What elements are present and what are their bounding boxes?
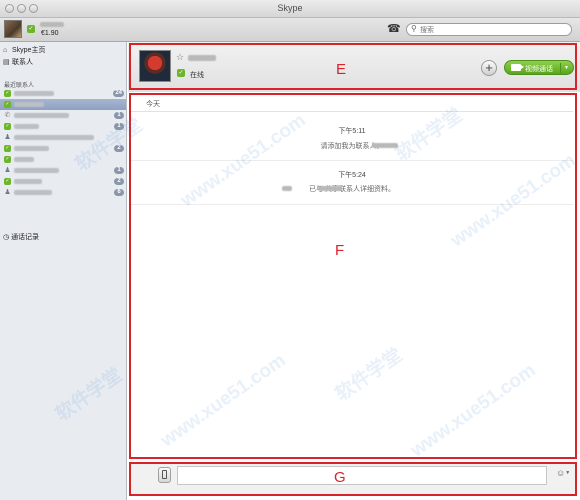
unread-count-badge: 6 (114, 189, 124, 196)
contact-list-item[interactable]: ♟ 6 (0, 187, 126, 198)
sidebar-item-contacts[interactable]: ▤ 联系人 (3, 58, 33, 68)
address-book-icon: ▤ (3, 59, 10, 66)
contact-name-redacted (14, 91, 54, 96)
annotation-label-f: F (335, 242, 345, 259)
contact-name-redacted (14, 190, 52, 195)
online-status-icon: ✓ (4, 101, 11, 108)
online-status-icon: ✓ (4, 123, 11, 130)
unread-count-badge: 24 (113, 90, 124, 97)
group-chat-icon: ♟ (4, 134, 11, 141)
skype-credit: €1.90 (41, 30, 59, 37)
group-chat-icon: ♟ (4, 189, 11, 196)
online-status-icon: ✓ (4, 145, 11, 152)
sidebar-item-label: 联系人 (12, 59, 33, 66)
sidebar-item-call-history[interactable]: ◷ 通话记录 (3, 232, 39, 242)
online-status-icon: ✓ (4, 156, 11, 163)
search-input[interactable] (420, 25, 568, 35)
contact-name-redacted (14, 179, 42, 184)
home-icon: ⌂ (3, 47, 8, 54)
annotation-box-e (129, 43, 577, 90)
my-avatar[interactable] (4, 20, 22, 38)
unread-count-badge: 1 (114, 167, 124, 174)
annotation-box-g (129, 462, 577, 496)
contact-name-redacted (14, 124, 39, 129)
telephone-icon[interactable]: ☎ (387, 23, 401, 35)
online-status-icon: ✓ (4, 178, 11, 185)
search-icon: ⚲ (411, 24, 417, 33)
my-username-redacted (40, 22, 64, 27)
window-title: Skype (277, 3, 303, 13)
unread-count-badge: 2 (114, 178, 124, 185)
contact-name-redacted (14, 135, 94, 140)
contact-name-redacted (14, 113, 69, 118)
sidebar-item-label: Skype主页 (12, 47, 46, 54)
contact-name-redacted (14, 146, 49, 151)
sidebar-item-label: 通话记录 (11, 234, 40, 241)
my-status-online-icon[interactable]: ✓ (27, 25, 35, 33)
contact-list-item[interactable]: ♟ 1 (0, 165, 126, 176)
contact-name-redacted (14, 102, 44, 107)
annotation-box-f (129, 93, 577, 459)
contact-name-redacted (14, 168, 59, 173)
group-chat-icon: ♟ (4, 167, 11, 174)
skype-contact-icon: ✆ (4, 112, 11, 119)
contact-list-item[interactable]: ✓ 24 (0, 88, 126, 99)
sidebar-item-skype-home[interactable]: ⌂ Skype主页 (3, 46, 45, 56)
contact-list-item[interactable]: ✓ (0, 99, 126, 110)
search-box[interactable]: ⚲ (406, 23, 572, 36)
annotation-label-g: G (334, 469, 346, 486)
contact-list-item[interactable]: ✆ 1 (0, 110, 126, 121)
contact-name-redacted (14, 157, 34, 162)
online-status-icon: ✓ (4, 90, 11, 97)
contact-list-item[interactable]: ✓ 2 (0, 176, 126, 187)
annotation-label-e: E (336, 61, 347, 78)
clock-icon: ◷ (3, 234, 10, 241)
